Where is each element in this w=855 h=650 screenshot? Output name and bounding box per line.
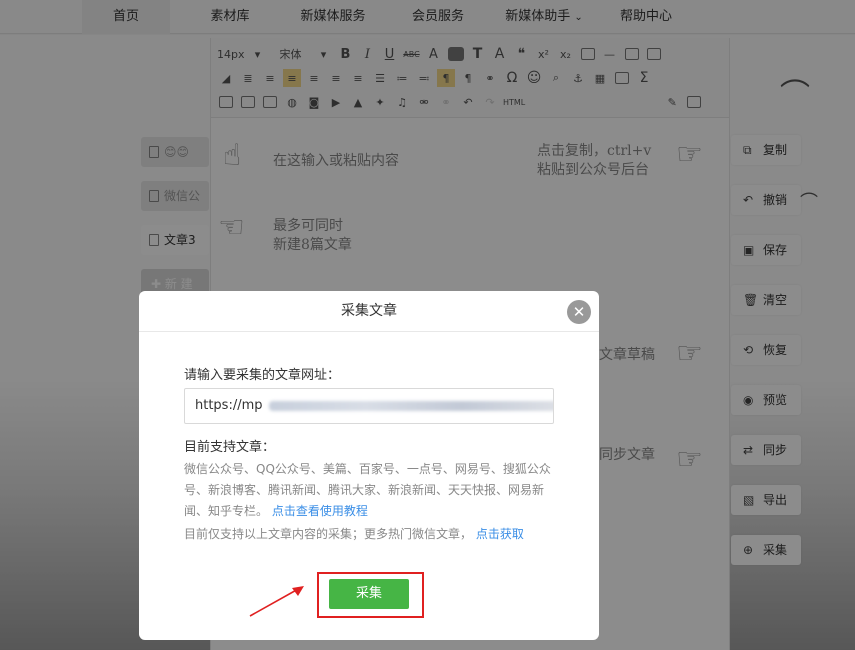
support-note: 目前仅支持以上文章内容的采集；更多热门微信文章， 点击获取 xyxy=(184,525,574,542)
support-note-text: 目前仅支持以上文章内容的采集；更多热门微信文章， xyxy=(184,527,473,541)
dialog-title: 采集文章 xyxy=(139,291,599,332)
support-list: 微信公众号、QQ公众号、美篇、百家号、一点号、网易号、搜狐公众号、新浪博客、腾讯… xyxy=(184,459,559,522)
url-label: 请输入要采集的文章网址： xyxy=(184,368,341,383)
get-more-link[interactable]: 点击获取 xyxy=(476,527,524,541)
close-icon[interactable]: ✕ xyxy=(567,300,591,324)
support-title: 目前支持文章： xyxy=(184,440,276,455)
collect-submit-button[interactable]: 采集 xyxy=(329,579,409,609)
collect-article-dialog: 采集文章 ✕ 请输入要采集的文章网址： https://mp 目前支持文章： 微… xyxy=(139,291,599,640)
article-url-input[interactable]: https://mp xyxy=(184,388,554,424)
annotation-arrow-icon xyxy=(249,586,304,617)
url-value: https://mp xyxy=(195,398,263,413)
tutorial-link[interactable]: 点击查看使用教程 xyxy=(272,504,368,518)
url-blurred-part xyxy=(268,400,553,411)
